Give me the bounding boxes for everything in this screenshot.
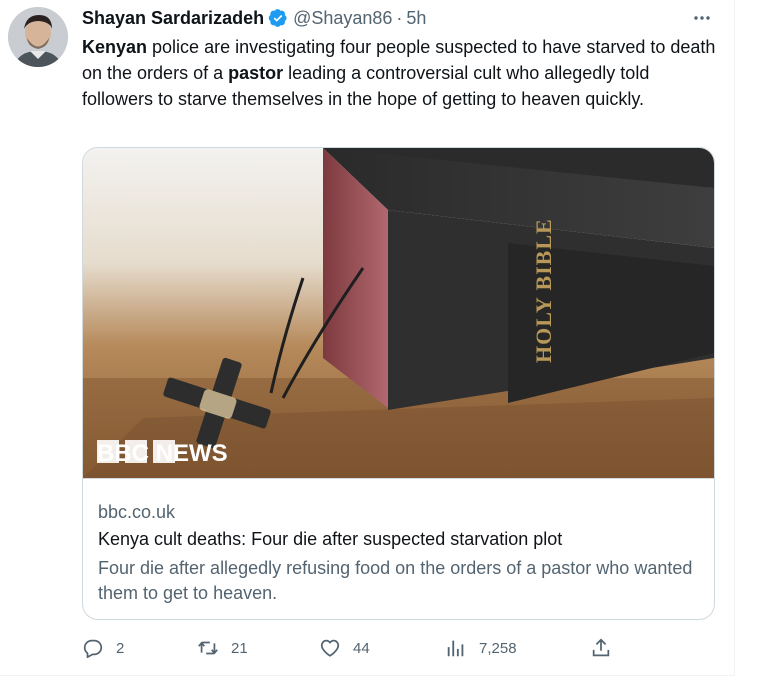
more-icon[interactable] [690,6,714,30]
like-count: 44 [353,639,370,657]
reply-button[interactable]: 2 [82,636,124,660]
card-domain[interactable]: bbc.co.uk [98,502,175,523]
retweet-button[interactable]: 21 [197,636,248,660]
views-count: 7,258 [479,639,517,657]
author-name[interactable]: Shayan Sardarizadeh [82,8,264,29]
like-button[interactable]: 44 [319,636,370,660]
reply-count: 2 [116,639,125,657]
share-button[interactable] [590,636,612,660]
author-handle[interactable]: @Shayan86 [293,8,392,29]
card-title[interactable]: Kenya cult deaths: Four die after suspec… [98,529,562,550]
tweet-header: Shayan Sardarizadeh @Shayan86 · 5h [82,6,426,30]
reply-icon [83,639,103,659]
timeline-border-right [734,0,735,676]
retweet-icon [198,641,218,655]
views-button[interactable]: 7,258 [445,636,517,660]
share-icon [592,638,610,657]
tweet-actions-bar: 2 21 44 7,258 [0,636,735,660]
views-icon [447,640,464,657]
retweet-count: 21 [231,639,248,657]
avatar-portrait [8,7,68,67]
link-preview-card[interactable]: HOLY BIBLE BBC NEWS bbc.co.uk Kenya cult… [82,147,715,620]
tweet-text-part[interactable]: Kenyan [82,37,147,57]
card-image[interactable]: HOLY BIBLE BBC NEWS [83,148,714,478]
card-description[interactable]: Four die after allegedly refusing food o… [98,556,698,606]
card-divider [83,478,714,479]
header-separator: · [396,7,403,28]
avatar[interactable] [8,7,68,67]
like-icon [320,639,340,657]
tweet-timestamp[interactable]: 5h [406,8,426,29]
tweet-text-part[interactable]: pastor [228,63,283,83]
bbc-news-brand: BBC NEWS [97,440,228,467]
book-spine-text: HOLY BIBLE [531,218,556,363]
tweet-text: Kenyan police are investigating four peo… [82,34,722,112]
verified-badge-icon[interactable] [268,8,288,28]
